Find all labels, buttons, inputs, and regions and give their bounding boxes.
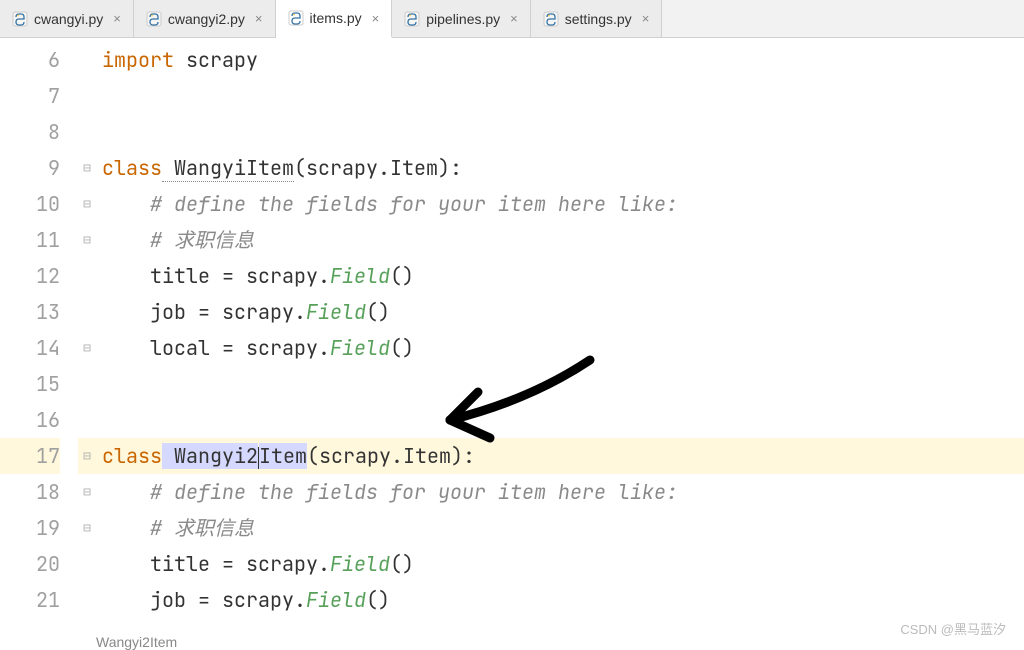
line-number: 19 <box>0 510 60 546</box>
code-line: # 求职信息 <box>96 222 1024 258</box>
tab-label: items.py <box>310 10 362 26</box>
line-number: 17 <box>0 438 60 474</box>
python-file-icon <box>12 11 28 27</box>
breadcrumb[interactable]: Wangyi2Item <box>96 634 177 650</box>
fold-marker-icon[interactable]: ⊟ <box>78 474 96 510</box>
python-file-icon <box>146 11 162 27</box>
tab-cwangyi[interactable]: cwangyi.py × <box>0 0 134 37</box>
python-file-icon <box>543 11 559 27</box>
code-line <box>96 78 1024 114</box>
watermark: CSDN @黑马蓝汐 <box>900 619 1006 638</box>
fold-marker-icon[interactable]: ⊟ <box>78 186 96 222</box>
python-file-icon <box>288 10 304 26</box>
close-icon[interactable]: × <box>113 11 121 26</box>
line-number: 7 <box>0 78 60 114</box>
tab-label: pipelines.py <box>426 11 500 27</box>
code-line: # define the fields for your item here l… <box>96 186 1024 222</box>
line-number: 14 <box>0 330 60 366</box>
tab-label: settings.py <box>565 11 632 27</box>
line-number: 12 <box>0 258 60 294</box>
tab-pipelines[interactable]: pipelines.py × <box>392 0 531 37</box>
line-number: 9 <box>0 150 60 186</box>
code-line <box>96 402 1024 438</box>
line-number: 21 <box>0 582 60 618</box>
close-icon[interactable]: × <box>510 11 518 26</box>
fold-marker-icon[interactable]: ⊟ <box>78 222 96 258</box>
code-line: class Wangyi2Item(scrapy.Item): <box>96 438 1024 474</box>
code-line: local = scrapy.Field() <box>96 330 1024 366</box>
fold-marker-icon[interactable]: ⊟ <box>78 330 96 366</box>
tab-items[interactable]: items.py × <box>276 0 393 38</box>
code-area[interactable]: import scrapy class WangyiItem(scrapy.It… <box>96 38 1024 650</box>
fold-gutter: ⊟ ⊟ ⊟ ⊟ ⊟ ⊟ ⊟ <box>78 38 96 650</box>
code-line: # 求职信息 <box>96 510 1024 546</box>
line-number: 16 <box>0 402 60 438</box>
python-file-icon <box>404 11 420 27</box>
tab-label: cwangyi.py <box>34 11 103 27</box>
code-line: # define the fields for your item here l… <box>96 474 1024 510</box>
line-number-gutter: 6 7 8 9 10 11 12 13 14 15 16 17 18 19 20… <box>0 38 78 650</box>
fold-marker-icon[interactable]: ⊟ <box>78 510 96 546</box>
line-number: 15 <box>0 366 60 402</box>
close-icon[interactable]: × <box>642 11 650 26</box>
line-number: 18 <box>0 474 60 510</box>
code-editor[interactable]: 6 7 8 9 10 11 12 13 14 15 16 17 18 19 20… <box>0 38 1024 650</box>
line-number: 20 <box>0 546 60 582</box>
line-number: 11 <box>0 222 60 258</box>
close-icon[interactable]: × <box>372 11 380 26</box>
code-line <box>96 114 1024 150</box>
code-line: job = scrapy.Field() <box>96 582 1024 618</box>
tab-label: cwangyi2.py <box>168 11 245 27</box>
code-line: job = scrapy.Field() <box>96 294 1024 330</box>
code-line: import scrapy <box>96 42 1024 78</box>
tab-settings[interactable]: settings.py × <box>531 0 663 37</box>
tab-cwangyi2[interactable]: cwangyi2.py × <box>134 0 276 37</box>
line-number: 8 <box>0 114 60 150</box>
code-line <box>96 366 1024 402</box>
close-icon[interactable]: × <box>255 11 263 26</box>
tab-bar: cwangyi.py × cwangyi2.py × items.py × pi… <box>0 0 1024 38</box>
code-line: title = scrapy.Field() <box>96 546 1024 582</box>
fold-marker-icon[interactable]: ⊟ <box>78 150 96 186</box>
line-number: 6 <box>0 42 60 78</box>
line-number: 13 <box>0 294 60 330</box>
code-line: title = scrapy.Field() <box>96 258 1024 294</box>
fold-marker-icon[interactable]: ⊟ <box>78 438 96 474</box>
code-line: class WangyiItem(scrapy.Item): <box>96 150 1024 186</box>
line-number: 10 <box>0 186 60 222</box>
